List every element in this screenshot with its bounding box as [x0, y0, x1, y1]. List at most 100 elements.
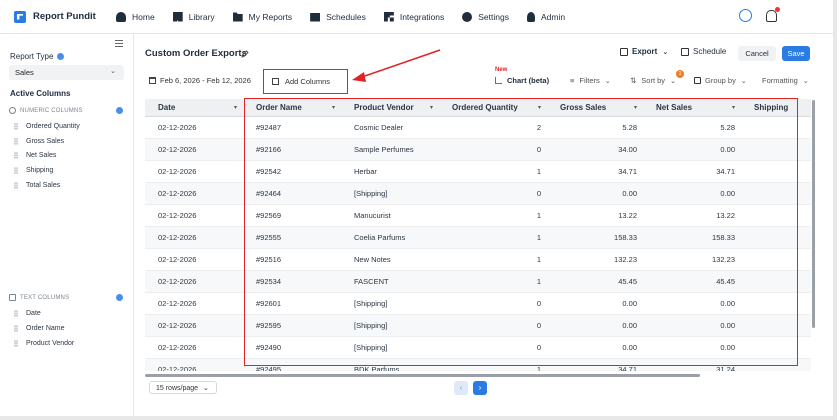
report-type-select[interactable]: Sales ⌄	[9, 65, 124, 80]
schedule-icon	[681, 47, 689, 56]
add-columns-icon	[272, 78, 279, 85]
sort-caret-icon[interactable]: ▾	[234, 99, 237, 117]
column-item-gross-sales[interactable]: Gross Sales	[14, 138, 64, 145]
formatting-label: Formatting	[762, 76, 798, 85]
text-columns-title: TEXT COLUMNS	[20, 294, 70, 301]
chevron-down-icon: ⌄	[670, 77, 676, 85]
schedule-button[interactable]: Schedule	[681, 47, 726, 56]
chevron-down-icon: ⌄	[802, 77, 809, 85]
chart-label: Chart (beta)	[507, 76, 550, 85]
sort-by-label: Sort by	[641, 76, 666, 85]
column-item-order-name[interactable]: Order Name	[14, 325, 65, 332]
column-item-shipping[interactable]: Shipping	[14, 167, 53, 174]
notification-bell-icon[interactable]	[766, 6, 780, 22]
info-icon[interactable]	[116, 294, 123, 301]
top-right-actions	[739, 6, 780, 22]
folder-icon	[232, 12, 243, 22]
column-label: Net Sales	[26, 152, 57, 159]
chevron-down-icon: ⌄	[203, 385, 209, 392]
date-range-text: Feb 6, 2026 - Feb 12, 2026	[160, 76, 251, 85]
drag-handle-icon[interactable]	[14, 310, 18, 317]
info-icon[interactable]	[57, 53, 65, 61]
cancel-button[interactable]: Cancel	[738, 46, 776, 61]
drag-handle-icon[interactable]	[14, 123, 18, 130]
column-label: Shipping	[26, 167, 54, 174]
group-by-label: Group by	[705, 76, 736, 85]
nav-my-reports[interactable]: My Reports	[232, 11, 293, 22]
column-label: Ordered Quantity	[26, 123, 80, 130]
sort-count-badge: 1	[676, 70, 684, 78]
nav-label: Admin	[540, 11, 566, 22]
nav-admin[interactable]: Admin	[526, 11, 566, 22]
horizontal-scrollbar[interactable]	[145, 374, 700, 377]
active-columns-text: Active Columns	[10, 89, 71, 98]
gear-icon	[462, 11, 473, 22]
nav-settings[interactable]: Settings	[462, 11, 509, 22]
table-cell: 02-12-2026	[158, 123, 197, 132]
collapse-sidebar-icon[interactable]	[115, 40, 123, 47]
group-by-button[interactable]: Group by ⌄	[694, 76, 747, 85]
column-item-ordered-quantity[interactable]: Ordered Quantity	[14, 123, 80, 130]
column-item-net-sales[interactable]: Net Sales	[14, 152, 56, 159]
filters-label: Filters	[579, 76, 600, 85]
page-title: Custom Order Exports	[145, 48, 247, 59]
nav-label: Schedules	[326, 11, 366, 22]
report-type-text: Report Type	[10, 52, 54, 61]
rows-per-page-value: 15 rows/page	[156, 385, 199, 392]
rows-per-page-select[interactable]: 15 rows/page ⌄	[149, 381, 217, 394]
column-label: Product Vendor	[26, 340, 75, 347]
edit-pencil-icon[interactable]	[241, 50, 249, 58]
vertical-scrollbar[interactable]	[812, 100, 815, 328]
column-item-product-vendor[interactable]: Product Vendor	[14, 340, 74, 347]
chevron-down-icon: ⌄	[604, 77, 611, 85]
column-item-total-sales[interactable]: Total Sales	[14, 182, 60, 189]
nav-home[interactable]: Home	[116, 11, 155, 22]
drag-handle-icon[interactable]	[14, 182, 18, 189]
nav-integrations[interactable]: Integrations	[383, 11, 444, 22]
nav-library[interactable]: Library	[172, 11, 215, 22]
nav-label: My Reports	[248, 11, 293, 22]
report-type-value: Sales	[15, 68, 34, 77]
window-edge	[833, 0, 837, 420]
library-icon	[172, 11, 183, 22]
brand[interactable]: Report Pundit	[14, 10, 116, 23]
nav-label: Library	[188, 11, 215, 22]
numeric-columns-title: NUMERIC COLUMNS	[20, 107, 83, 114]
highlight-box	[244, 98, 798, 366]
chart-button[interactable]: Chart (beta)	[495, 76, 549, 85]
previous-page-button[interactable]: ‹	[454, 381, 468, 395]
sort-by-button[interactable]: ⇅ Sort by ⌄	[630, 76, 676, 85]
active-columns-label: Active Columns	[10, 89, 70, 98]
user-icon	[526, 11, 535, 22]
drag-handle-icon[interactable]	[14, 167, 18, 174]
info-icon[interactable]	[116, 107, 123, 114]
table-cell: 02-12-2026	[158, 343, 197, 352]
column-header-date[interactable]: Date ▾	[145, 99, 243, 117]
drag-handle-icon[interactable]	[14, 152, 18, 159]
report-pundit-logo-icon	[14, 10, 26, 23]
next-page-button[interactable]: ›	[473, 381, 487, 395]
table-cell: 02-12-2026	[158, 189, 197, 198]
column-label: Date	[26, 310, 41, 317]
calendar-icon	[310, 13, 321, 22]
table-cell: 02-12-2026	[158, 233, 197, 242]
column-label: Total Sales	[26, 182, 61, 189]
add-columns-button[interactable]: Add Columns	[263, 69, 348, 94]
table-cell: 02-12-2026	[158, 299, 197, 308]
column-item-date[interactable]: Date	[14, 310, 41, 317]
export-button[interactable]: Export ⌄	[620, 47, 668, 56]
save-button[interactable]: Save	[782, 46, 810, 61]
formatting-button[interactable]: Formatting ⌄	[762, 76, 809, 85]
new-badge: New	[495, 67, 508, 73]
filters-button[interactable]: ≡ Filters ⌄	[570, 76, 611, 85]
date-range-picker[interactable]: Feb 6, 2026 - Feb 12, 2026	[149, 76, 251, 85]
chevron-down-icon: ⌄	[740, 77, 747, 85]
nav-schedules[interactable]: Schedules	[310, 12, 366, 22]
chat-icon[interactable]	[739, 9, 752, 22]
text-columns-header: TEXT COLUMNS	[9, 292, 125, 303]
top-navigation: Report Pundit Home Library My Reports Sc…	[0, 0, 837, 34]
drag-handle-icon[interactable]	[14, 325, 18, 332]
drag-handle-icon[interactable]	[14, 340, 18, 347]
chevron-down-icon: ⌄	[662, 48, 669, 56]
drag-handle-icon[interactable]	[14, 138, 18, 145]
